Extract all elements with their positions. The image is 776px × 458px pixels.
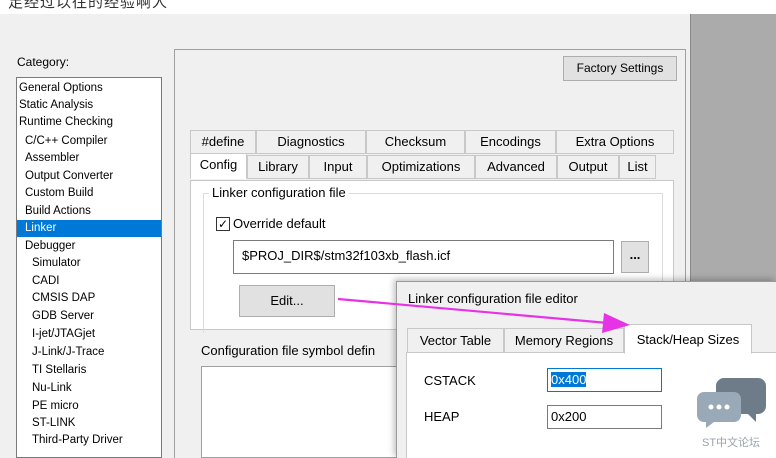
- category-item-jlink-jtrace[interactable]: J-Link/J-Trace: [17, 344, 161, 361]
- category-item-custom-build[interactable]: Custom Build: [17, 185, 161, 202]
- symbol-definitions-box[interactable]: [201, 366, 401, 458]
- browse-button[interactable]: ...: [621, 241, 649, 273]
- cstack-value: 0x400: [551, 372, 587, 387]
- editor-tab-stack-heap-sizes[interactable]: Stack/Heap Sizes: [624, 324, 752, 354]
- override-default-checkbox[interactable]: ✓: [216, 217, 230, 231]
- tab-output[interactable]: Output: [557, 155, 619, 179]
- category-item-nu-link[interactable]: Nu-Link: [17, 380, 161, 397]
- category-item-cmsis-dap[interactable]: CMSIS DAP: [17, 290, 161, 307]
- category-item-linker[interactable]: Linker: [17, 220, 161, 237]
- category-item-static-analysis[interactable]: Static Analysis: [17, 97, 161, 114]
- tab-list[interactable]: List: [619, 155, 656, 179]
- category-item-pe-micro[interactable]: PE micro: [17, 398, 161, 415]
- override-default-label[interactable]: Override default: [233, 216, 326, 231]
- tab-advanced[interactable]: Advanced: [475, 155, 557, 179]
- heap-input[interactable]: 0x200: [547, 405, 662, 429]
- tab-checksum[interactable]: Checksum: [366, 130, 465, 154]
- heap-label: HEAP: [424, 409, 460, 424]
- edit-button[interactable]: Edit...: [239, 285, 335, 317]
- watermark-text: ST中文论坛: [702, 437, 761, 449]
- tab-extra-options[interactable]: Extra Options: [556, 130, 674, 154]
- category-item-third-party-driver[interactable]: Third-Party Driver: [17, 432, 161, 449]
- cstack-label: CSTACK: [424, 373, 476, 388]
- category-item-gdb-server[interactable]: GDB Server: [17, 308, 161, 325]
- linker-file-path-field[interactable]: $PROJ_DIR$/stm32f103xb_flash.icf: [233, 240, 614, 274]
- category-item-simulator[interactable]: Simulator: [17, 255, 161, 272]
- category-item-general-options[interactable]: General Options: [17, 80, 161, 97]
- category-item-assembler[interactable]: Assembler: [17, 150, 161, 167]
- tab-config[interactable]: Config: [190, 153, 247, 179]
- tab-define[interactable]: #define: [190, 130, 256, 154]
- tab-optimizations[interactable]: Optimizations: [367, 155, 475, 179]
- tab-input[interactable]: Input: [309, 155, 367, 179]
- symbol-definitions-label: Configuration file symbol defin: [201, 343, 376, 358]
- category-item-build-actions[interactable]: Build Actions: [17, 203, 161, 220]
- category-item-cadi[interactable]: CADI: [17, 273, 161, 290]
- linker-config-group-title: Linker configuration file: [209, 185, 349, 200]
- category-list[interactable]: General Options Static Analysis Runtime …: [16, 77, 162, 458]
- category-item-ti-stellaris[interactable]: TI Stellaris: [17, 362, 161, 379]
- chat-bubble-icon: [697, 378, 766, 428]
- category-item-cpp-compiler[interactable]: C/C++ Compiler: [17, 133, 161, 150]
- cstack-input[interactable]: 0x400: [547, 368, 662, 392]
- header-text: 足经过以往的经验啊人: [8, 0, 169, 11]
- category-item-st-link[interactable]: ST-LINK: [17, 415, 161, 432]
- tab-diagnostics[interactable]: Diagnostics: [256, 130, 366, 154]
- category-item-runtime-checking[interactable]: Runtime Checking: [17, 114, 161, 131]
- annotation-arrow: [337, 297, 630, 333]
- heap-value: 0x200: [551, 409, 587, 424]
- category-label: Category:: [17, 55, 70, 69]
- top-text-strip: 足经过以往的经验啊人: [0, 0, 776, 14]
- category-item-output-converter[interactable]: Output Converter: [17, 168, 161, 185]
- category-item-debugger[interactable]: Debugger: [17, 238, 161, 255]
- tab-library[interactable]: Library: [247, 155, 309, 179]
- factory-settings-button[interactable]: Factory Settings: [563, 56, 677, 81]
- tab-encodings[interactable]: Encodings: [465, 130, 556, 154]
- category-item-ijet-jtagjet[interactable]: I-jet/JTAGjet: [17, 326, 161, 343]
